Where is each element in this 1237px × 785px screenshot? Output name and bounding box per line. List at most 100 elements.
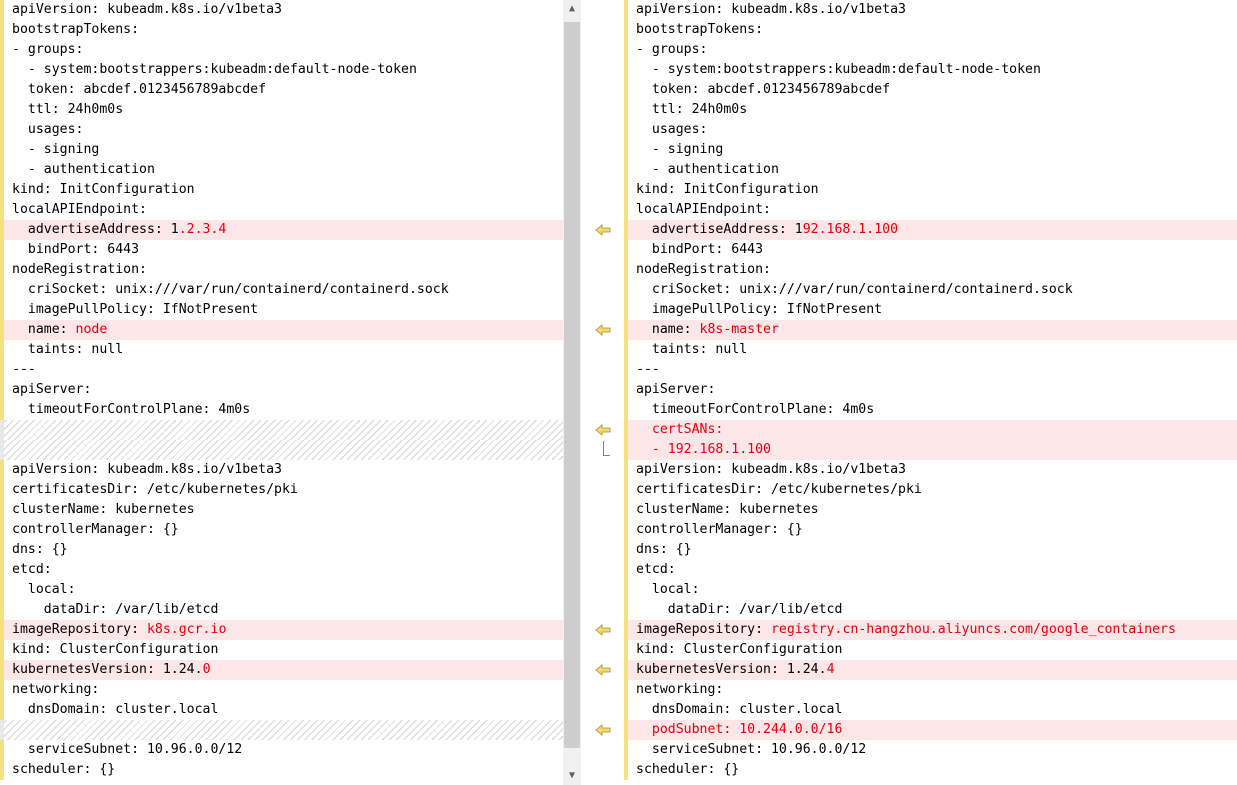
code-line[interactable]: certificatesDir: /etc/kubernetes/pki <box>0 480 563 500</box>
code-line[interactable]: dnsDomain: cluster.local <box>0 700 563 720</box>
placeholder-line[interactable] <box>0 420 563 440</box>
code-line[interactable]: clusterName: kubernetes <box>0 500 563 520</box>
code-text: dns: {} <box>12 542 68 557</box>
code-line[interactable]: dataDir: /var/lib/etcd <box>624 600 1237 620</box>
code-line[interactable]: apiVersion: kubeadm.k8s.io/v1beta3 <box>0 0 563 20</box>
scroll-down-arrow-icon[interactable]: ▼ <box>563 767 581 785</box>
code-text: dataDir: /var/lib/etcd <box>636 602 843 617</box>
code-line[interactable]: apiServer: <box>624 380 1237 400</box>
code-line[interactable]: token: abcdef.0123456789abcdef <box>624 80 1237 100</box>
placeholder-line[interactable] <box>0 440 563 460</box>
left-diff-pane[interactable]: apiVersion: kubeadm.k8s.io/v1beta3 bootst… <box>0 0 563 785</box>
changed-code-line[interactable]: podSubnet: 10.244.0.0/16 <box>624 720 1237 740</box>
code-line[interactable]: apiVersion: kubeadm.k8s.io/v1beta3 <box>0 460 563 480</box>
changed-code-line[interactable]: - 192.168.1.100 <box>624 440 1237 460</box>
code-line[interactable]: bindPort: 6443 <box>0 240 563 260</box>
changed-code-line[interactable]: advertiseAddress: 1.2.3.4 <box>0 220 563 240</box>
code-line[interactable]: - signing <box>0 140 563 160</box>
code-line[interactable]: bootstrapTokens: <box>0 20 563 40</box>
changed-code-line[interactable]: kubernetesVersion: 1.24.0 <box>0 660 563 680</box>
code-line[interactable]: kind: ClusterConfiguration <box>624 640 1237 660</box>
code-line[interactable]: local: <box>0 580 563 600</box>
code-line[interactable]: dnsDomain: cluster.local <box>624 700 1237 720</box>
code-line[interactable]: usages: <box>0 120 563 140</box>
code-line[interactable]: --- <box>0 360 563 380</box>
code-line[interactable]: etcd: <box>624 560 1237 580</box>
code-line[interactable]: - signing <box>624 140 1237 160</box>
copy-left-arrow-icon[interactable] <box>595 624 611 636</box>
changed-text: - 192.168.1.100 <box>636 442 771 457</box>
right-diff-pane[interactable]: apiVersion: kubeadm.k8s.io/v1beta3 bootst… <box>624 0 1237 785</box>
code-line[interactable]: serviceSubnet: 10.96.0.0/12 <box>624 740 1237 760</box>
code-text: imageRepository: <box>636 622 771 637</box>
code-line[interactable]: localAPIEndpoint: <box>624 200 1237 220</box>
code-line[interactable]: localAPIEndpoint: <box>0 200 563 220</box>
code-line[interactable]: etcd: <box>0 560 563 580</box>
scrollbar-thumb[interactable] <box>564 22 580 748</box>
code-line[interactable]: controllerManager: {} <box>624 520 1237 540</box>
code-line[interactable]: kind: InitConfiguration <box>624 180 1237 200</box>
changed-code-line[interactable]: imageRepository: k8s.gcr.io <box>0 620 563 640</box>
code-line[interactable]: networking: <box>0 680 563 700</box>
copy-left-arrow-icon[interactable] <box>595 664 611 676</box>
code-line[interactable]: - groups: <box>0 40 563 60</box>
code-text: serviceSubnet: 10.96.0.0/12 <box>12 742 243 757</box>
copy-left-arrow-icon[interactable] <box>595 424 611 436</box>
code-line[interactable]: - authentication <box>624 160 1237 180</box>
copy-left-arrow-icon[interactable] <box>595 224 611 236</box>
changed-code-line[interactable]: certSANs: <box>624 420 1237 440</box>
code-line[interactable]: dns: {} <box>0 540 563 560</box>
code-line[interactable]: imagePullPolicy: IfNotPresent <box>624 300 1237 320</box>
code-line[interactable]: - groups: <box>624 40 1237 60</box>
code-line[interactable]: serviceSubnet: 10.96.0.0/12 <box>0 740 563 760</box>
changed-code-line[interactable]: name: node <box>0 320 563 340</box>
copy-left-arrow-icon[interactable] <box>595 724 611 736</box>
code-line[interactable]: kind: InitConfiguration <box>0 180 563 200</box>
code-line[interactable]: certificatesDir: /etc/kubernetes/pki <box>624 480 1237 500</box>
code-text: - authentication <box>12 162 155 177</box>
code-text: apiVersion: kubeadm.k8s.io/v1beta3 <box>636 462 906 477</box>
changed-code-line[interactable]: imageRepository: registry.cn-hangzhou.al… <box>624 620 1237 640</box>
code-line[interactable]: timeoutForControlPlane: 4m0s <box>624 400 1237 420</box>
code-line[interactable]: - system:bootstrappers:kubeadm:default-n… <box>624 60 1237 80</box>
code-line[interactable]: - authentication <box>0 160 563 180</box>
code-line[interactable]: controllerManager: {} <box>0 520 563 540</box>
code-line[interactable]: nodeRegistration: <box>624 260 1237 280</box>
code-line[interactable]: criSocket: unix:///var/run/containerd/co… <box>0 280 563 300</box>
copy-left-arrow-icon[interactable] <box>595 324 611 336</box>
code-line[interactable]: bindPort: 6443 <box>624 240 1237 260</box>
code-line[interactable]: dns: {} <box>624 540 1237 560</box>
code-line[interactable]: nodeRegistration: <box>0 260 563 280</box>
code-line[interactable]: --- <box>624 360 1237 380</box>
code-line[interactable]: taints: null <box>0 340 563 360</box>
changed-code-line[interactable]: name: k8s-master <box>624 320 1237 340</box>
code-text: usages: <box>12 122 84 137</box>
placeholder-line[interactable] <box>0 720 563 740</box>
code-line[interactable]: apiServer: <box>0 380 563 400</box>
code-line[interactable]: timeoutForControlPlane: 4m0s <box>0 400 563 420</box>
code-line[interactable]: - system:bootstrappers:kubeadm:default-n… <box>0 60 563 80</box>
code-line[interactable]: ttl: 24h0m0s <box>0 100 563 120</box>
code-text: criSocket: unix:///var/run/containerd/co… <box>636 282 1073 297</box>
code-line[interactable]: kind: ClusterConfiguration <box>0 640 563 660</box>
code-line[interactable]: apiVersion: kubeadm.k8s.io/v1beta3 <box>624 460 1237 480</box>
code-line[interactable]: networking: <box>624 680 1237 700</box>
code-line[interactable]: usages: <box>624 120 1237 140</box>
changed-text: 4 <box>826 662 835 677</box>
code-line[interactable]: dataDir: /var/lib/etcd <box>0 600 563 620</box>
code-line[interactable]: clusterName: kubernetes <box>624 500 1237 520</box>
code-line[interactable]: taints: null <box>624 340 1237 360</box>
code-line[interactable]: local: <box>624 580 1237 600</box>
code-line[interactable]: bootstrapTokens: <box>624 20 1237 40</box>
code-line[interactable]: token: abcdef.0123456789abcdef <box>0 80 563 100</box>
code-line[interactable]: scheduler: {} <box>624 760 1237 780</box>
code-line[interactable]: scheduler: {} <box>0 760 563 780</box>
changed-code-line[interactable]: advertiseAddress: 192.168.1.100 <box>624 220 1237 240</box>
scroll-up-arrow-icon[interactable]: ▲ <box>563 0 581 18</box>
vertical-scrollbar[interactable]: ▲ ▼ <box>563 0 581 785</box>
code-line[interactable]: apiVersion: kubeadm.k8s.io/v1beta3 <box>624 0 1237 20</box>
changed-code-line[interactable]: kubernetesVersion: 1.24.4 <box>624 660 1237 680</box>
code-line[interactable]: ttl: 24h0m0s <box>624 100 1237 120</box>
code-line[interactable]: imagePullPolicy: IfNotPresent <box>0 300 563 320</box>
code-line[interactable]: criSocket: unix:///var/run/containerd/co… <box>624 280 1237 300</box>
